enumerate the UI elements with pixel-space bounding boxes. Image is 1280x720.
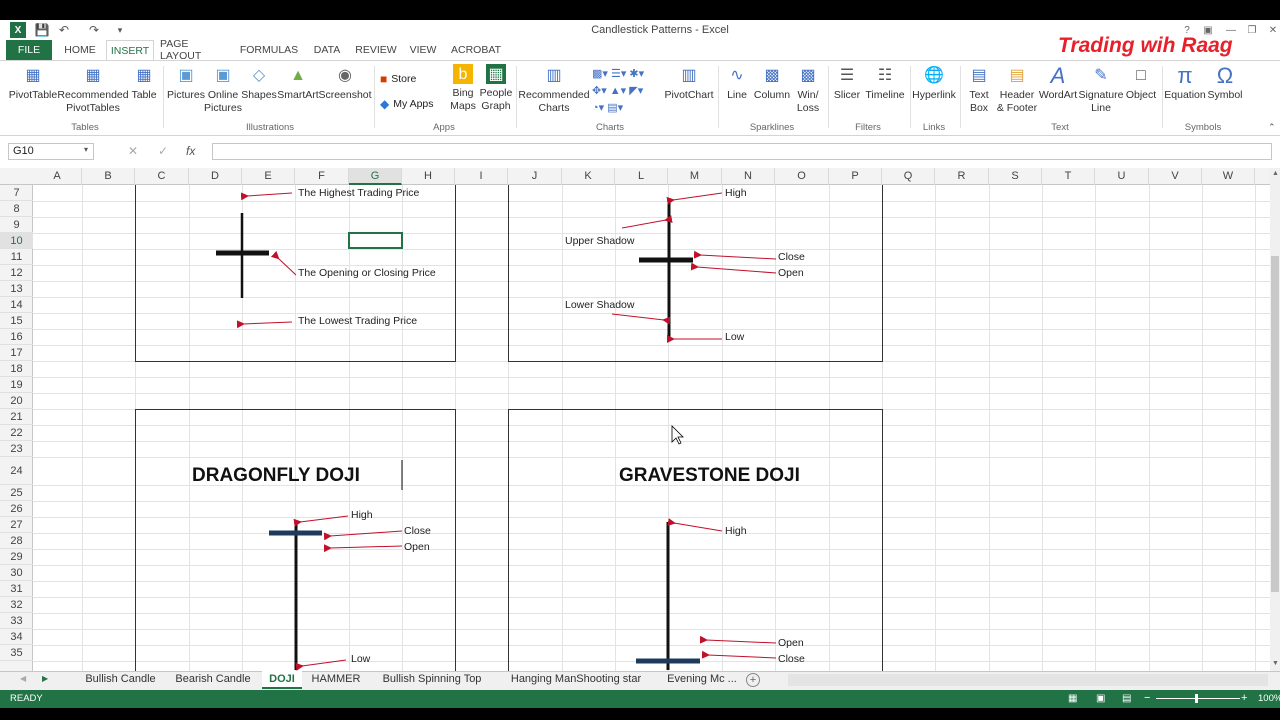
label-lower-shadow: Lower Shadow xyxy=(565,299,635,311)
gravestone-label-high: High xyxy=(725,525,747,537)
dragonfly-label-close: Close xyxy=(404,525,431,537)
label-high: High xyxy=(725,187,747,199)
prev-sheet-icon[interactable]: ◀ xyxy=(20,674,26,683)
arrow-open-close xyxy=(270,250,297,276)
arrow-highest xyxy=(240,192,293,201)
candlestick-drawings xyxy=(216,192,777,671)
scroll-up-icon[interactable]: ▲ xyxy=(1272,170,1279,177)
dragonfly-label-high: High xyxy=(351,509,373,521)
mouse-cursor-icon xyxy=(671,425,684,445)
zoom-level[interactable]: 100% xyxy=(1258,693,1280,704)
zoom-out-icon[interactable]: − xyxy=(1144,692,1150,704)
gravestone-label-close: Close xyxy=(778,653,805,665)
arrow-lowest xyxy=(236,320,293,329)
arrow-dragonfly-high xyxy=(293,515,349,527)
sheet-tab-bearish-candle[interactable]: Bearish Candle xyxy=(168,671,258,689)
arrow-close-2 xyxy=(693,250,777,260)
normal-view-icon[interactable]: ▦ xyxy=(1068,693,1077,704)
dragonfly-label-low: Low xyxy=(351,653,371,665)
label-open-close-price: The Opening or Closing Price xyxy=(298,267,436,279)
sheet-tab-hanging-man-shooting-star[interactable]: Hanging ManShooting star xyxy=(500,671,652,689)
vertical-scrollbar-thumb[interactable] xyxy=(1271,256,1279,592)
zoom-slider-track[interactable] xyxy=(1156,698,1240,699)
label-open: Open xyxy=(778,267,804,279)
arrow-dragonfly-open xyxy=(323,544,403,553)
gravestone-label-open: Open xyxy=(778,637,804,649)
zoom-in-icon[interactable]: + xyxy=(1241,692,1247,704)
add-sheet-icon[interactable]: + xyxy=(746,673,760,687)
status-mode: READY xyxy=(10,693,43,704)
arrow-gravestone-open xyxy=(699,635,777,644)
zoom-slider-thumb[interactable] xyxy=(1195,694,1198,703)
scroll-down-icon[interactable]: ▼ xyxy=(1272,660,1279,667)
dragonfly-doji-title: DRAGONFLY DOJI xyxy=(192,465,360,486)
excel-window: X 💾 ↶ ↷ ▾ Candlestick Patterns - Excel ?… xyxy=(0,0,1280,720)
label-highest-price: The Highest Trading Price xyxy=(298,187,420,199)
page-layout-view-icon[interactable]: ▣ xyxy=(1096,693,1105,704)
arrow-open-2 xyxy=(690,262,777,274)
arrow-dragonfly-close xyxy=(323,530,403,541)
arrow-upper-shadow xyxy=(621,214,673,229)
bottom-letterbox xyxy=(0,708,1280,720)
label-close: Close xyxy=(778,251,805,263)
label-upper-shadow: Upper Shadow xyxy=(565,235,635,247)
arrow-dragonfly-low xyxy=(295,659,347,671)
arrow-gravestone-high xyxy=(667,518,723,532)
next-sheet-icon[interactable]: ▶ xyxy=(42,674,48,683)
gravestone-doji-title: GRAVESTONE DOJI xyxy=(619,465,800,486)
label-lowest-price: The Lowest Trading Price xyxy=(298,315,418,327)
arrow-high-2 xyxy=(666,192,723,205)
sheet-tab-doji[interactable]: DOJI xyxy=(262,671,302,689)
sheet-tab-bullish-spinning-top[interactable]: Bullish Spinning Top xyxy=(372,671,492,689)
horizontal-scrollbar[interactable] xyxy=(788,674,1268,686)
page-break-view-icon[interactable]: ▤ xyxy=(1122,693,1131,704)
label-low: Low xyxy=(725,331,745,343)
sheet-tab-evening[interactable]: Evening Mc ... xyxy=(660,671,744,689)
status-bar xyxy=(0,690,1280,708)
arrow-lower-shadow xyxy=(611,313,671,325)
sheet-tab-bullish-candle[interactable]: Bullish Candle xyxy=(78,671,163,689)
dragonfly-label-open: Open xyxy=(404,541,430,553)
arrow-gravestone-close xyxy=(701,650,777,659)
sheet-tab-hammer[interactable]: HAMMER xyxy=(306,671,366,689)
